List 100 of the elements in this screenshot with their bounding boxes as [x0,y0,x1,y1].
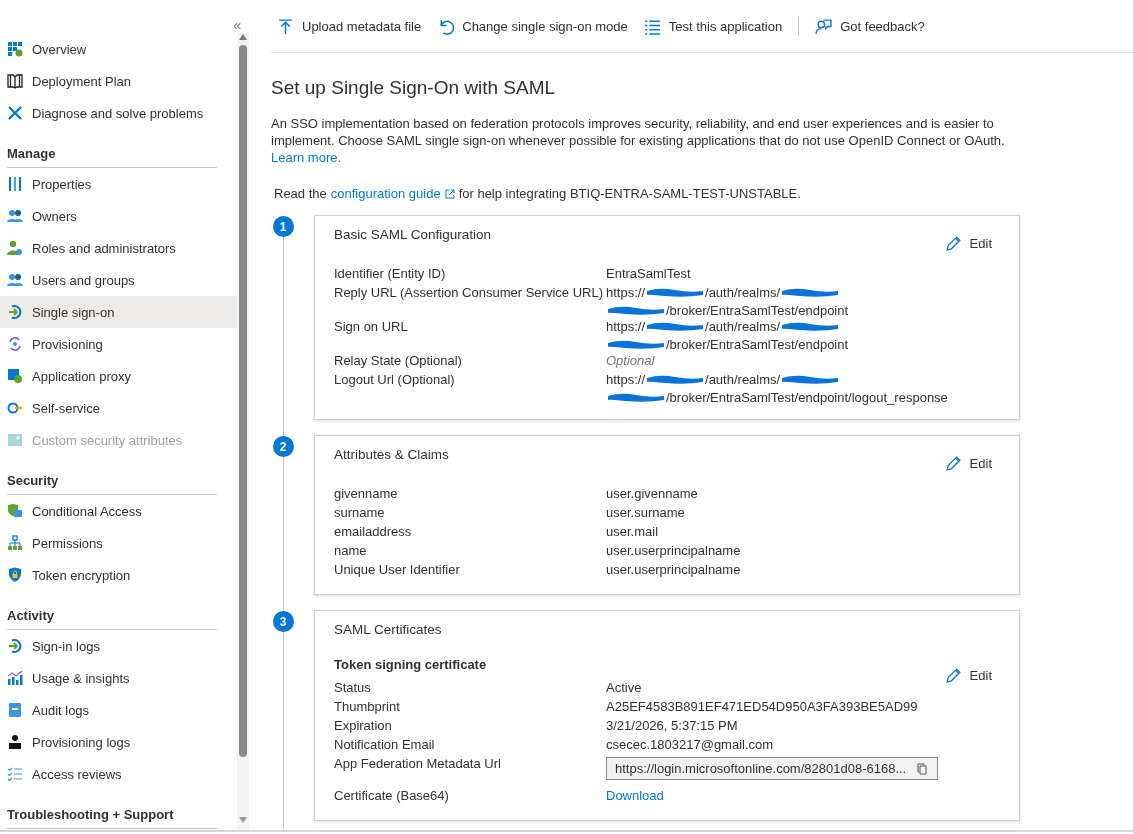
sidebar-item[interactable]: Audit logs [0,694,237,726]
url-part: /auth/realms/ [705,283,781,302]
field-label: Unique User Identifier [334,561,461,579]
sidebar-item[interactable]: Access reviews [0,758,237,790]
section-heading: Troubleshooting + Support [7,797,217,829]
sidebar-item[interactable]: Self-service [0,392,237,424]
section-heading: Security [7,463,217,495]
sidebar-item[interactable]: Provisioning [0,328,237,360]
edit-button[interactable]: Edit [944,455,992,472]
sign-in-icon [7,638,23,654]
sidebar-item[interactable]: Diagnose and solve problems [0,97,237,129]
section-heading: Activity [7,598,217,630]
sidebar-item[interactable]: Token encryption [0,559,237,591]
field-label: Thumbprint [334,698,401,716]
url-part: /auth/realms/ [705,370,781,389]
people-icon [7,272,23,288]
toolbar-button[interactable]: Change single sign-on mode [437,17,628,35]
field-label: Logout Url (Optional) [334,371,456,389]
url-part: /broker/EntraSamlTest/endpoint/logout_response [666,388,948,407]
url-part: https:// [606,317,646,336]
toolbar-button[interactable]: Got feedback? [815,17,925,35]
configuration-guide-link[interactable]: configuration guide [330,186,441,201]
field-value: user.surname [606,504,686,522]
page-title: Set up Single Sign-On with SAML [271,77,557,99]
url-field[interactable]: https://login.microsoftonline.com/82801d08-6168... [606,757,938,780]
feedback-icon [815,17,833,35]
scroll-down-icon[interactable] [238,816,248,824]
sidebar-item[interactable]: Single sign-on [0,296,237,328]
upload-icon [277,17,294,35]
scrollbar[interactable] [237,33,249,830]
step-number: 2 [272,436,294,457]
field-value: EntraSamlTest [606,265,692,283]
shield-list-icon [7,503,23,519]
field-label: Certificate (Base64) [334,787,450,805]
url-part: https:// [606,370,646,389]
field-label: Expiration [334,717,393,735]
field-label: givenname [334,485,399,503]
book-icon [7,73,23,89]
url-part: /auth/realms/ [705,318,781,336]
sidebar-item[interactable]: Conditional Access [0,495,237,527]
grid-icon [7,41,23,57]
sign-in-icon [7,304,23,320]
pencil-icon [944,455,962,472]
field-label: Relay State (Optional) [334,352,463,370]
toolbar-button[interactable]: Upload metadata file [277,17,422,35]
url-part: /broker/EntraSamlTest/endpoint [666,335,849,354]
field-value: 3/21/2026, 5:37:15 PM [606,717,739,735]
field-label: Reply URL (Assertion Consumer Service URL) [334,284,604,302]
bars-icon [7,176,23,192]
field-value: A25EF4583B891EF471ED54D950A3FA393BE5AD99 [606,698,919,716]
url-part: https:// [606,283,646,302]
step-number: 1 [272,216,294,237]
hierarchy-icon [7,535,23,551]
step-number: 3 [272,611,294,632]
list-icon [643,17,661,35]
sidebar-item[interactable]: Owners [0,200,237,232]
guide-text: for help integrating BTIQ-ENTRA-SAML-TEST-UNSTABLE. [458,186,801,201]
field-label: Sign on URL [334,318,409,336]
url-part: /broker/EntraSamlTest/endpoint [666,301,849,320]
field-label: name [334,542,368,560]
sync-icon [7,336,23,352]
field-label: emailaddress [334,523,413,541]
sidebar-item[interactable]: Usage & insights [0,662,237,694]
sidebar-item[interactable]: Properties [0,168,237,200]
notebook-icon [7,702,23,718]
sidebar-item[interactable]: Application proxy [0,360,237,392]
edit-button[interactable]: Edit [944,235,992,252]
field-value: user.userprincipalname [606,561,742,579]
field-value: user.userprincipalname [606,542,742,560]
field-value: user.mail [606,523,660,541]
field-label: Notification Email [334,736,436,754]
card-title: SAML Certificates [334,622,443,637]
card-title: Attributes & Claims [334,447,450,462]
download-link[interactable]: Download [606,788,664,803]
sidebar-item[interactable]: Overview [0,33,237,65]
learn-more-link[interactable]: Learn more. [271,150,342,165]
card-title: Basic SAML Configuration [334,227,493,242]
card-subtitle: Token signing certificate [334,657,488,672]
people-icon [7,208,23,224]
collapse-button[interactable]: « [233,17,242,32]
sidebar-item[interactable]: Roles and administrators [0,232,237,264]
toolbar-button[interactable]: Test this application [643,17,783,35]
checklist-icon [7,766,23,782]
sidebar-item[interactable]: Deployment Plan [0,65,237,97]
field-label: Status [334,679,372,697]
person-icon [7,734,23,750]
section-heading: Manage [7,136,217,168]
field-label: App Federation Metadata Url [334,755,502,773]
field-label: Identifier (Entity ID) [334,265,447,283]
field-value: csecec.1803217@gmail.com [606,736,775,754]
guide-text: Read the [274,186,327,201]
scroll-up-icon[interactable] [238,33,248,41]
intro-text: An SSO implementation based on federation protocols improves security, reliability, and end user experiences and is easier to implement. Choose SAML single sign-on whenever possible for existing applications that do not use OpenID Connect or OAuth. Learn more. [271,115,1006,166]
field-label: surname [334,504,386,522]
edit-button[interactable]: Edit [944,667,992,684]
sidebar-item[interactable]: Permissions [0,527,237,559]
pencil-icon [944,667,962,684]
sidebar-item[interactable]: Users and groups [0,264,237,296]
sidebar-item[interactable]: Provisioning logs [0,726,237,758]
sidebar-item[interactable]: Sign-in logs [0,630,237,662]
